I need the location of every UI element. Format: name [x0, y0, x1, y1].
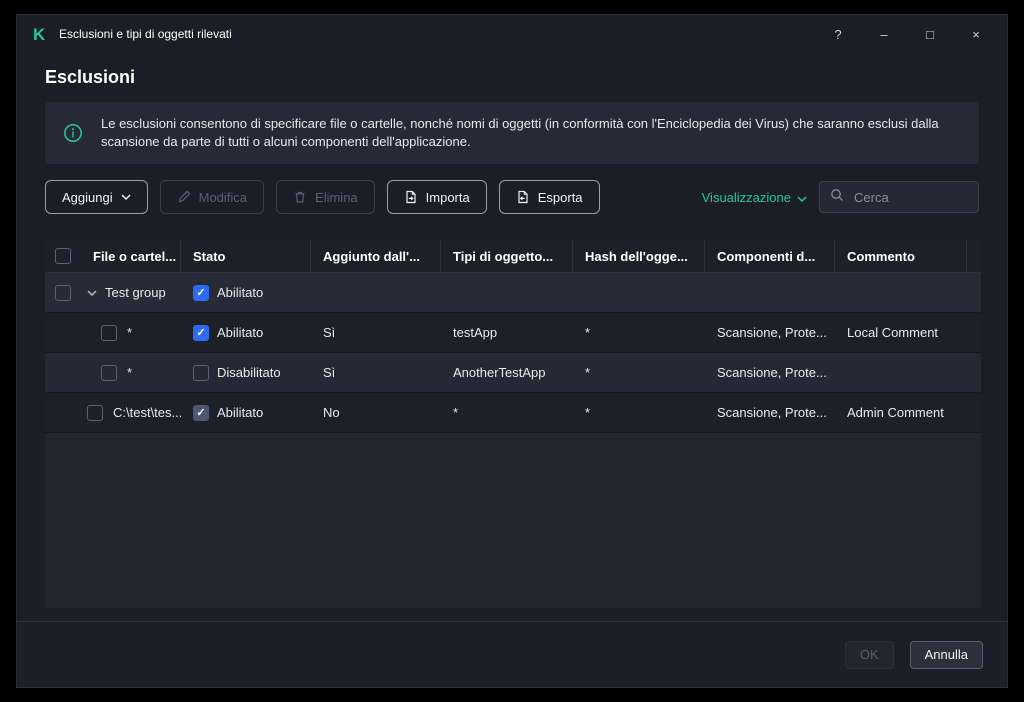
components-cell: Scansione, Prote... [717, 365, 827, 380]
add-button-label: Aggiungi [62, 189, 113, 205]
table-header-row: File o cartel... Stato Aggiunto dall'...… [45, 240, 981, 273]
trash-icon [293, 190, 307, 204]
added-by-cell: No [323, 405, 340, 420]
dialog-window: K Esclusioni e tipi di oggetti rilevati … [16, 14, 1008, 688]
import-button[interactable]: Importa [386, 180, 487, 214]
maximize-button[interactable]: □ [907, 15, 953, 53]
components-cell: Scansione, Prote... [717, 325, 827, 340]
status-checkbox[interactable] [193, 284, 209, 301]
pencil-icon [177, 190, 191, 204]
chevron-down-icon [121, 194, 131, 200]
added-by-cell: Sì [323, 365, 336, 380]
page-title: Esclusioni [45, 67, 136, 87]
file-cell: * [127, 325, 133, 340]
added-by-cell: Sì [323, 325, 336, 340]
status-label: Abilitato [217, 325, 264, 340]
view-dropdown-label: Visualizzazione [701, 189, 791, 205]
window-controls: ? – □ × [815, 15, 999, 53]
object-types-cell: testApp [453, 325, 498, 340]
ok-button[interactable]: OK [844, 640, 894, 669]
info-icon [45, 123, 101, 143]
import-icon [404, 190, 418, 204]
row-select-checkbox[interactable] [101, 364, 117, 381]
exclusions-table: File o cartel... Stato Aggiunto dall'...… [45, 240, 981, 608]
table-empty-area [45, 433, 981, 608]
delete-button-label: Elimina [315, 189, 358, 205]
chevron-down-icon [797, 190, 807, 205]
status-label: Abilitato [217, 405, 264, 420]
info-banner: Le esclusioni consentono di specificare … [45, 102, 979, 164]
row-select-checkbox[interactable] [101, 324, 117, 341]
file-cell: * [127, 365, 133, 380]
column-header-file[interactable]: File o cartel... [81, 240, 181, 272]
table-row[interactable]: C:\test\tes... Abilitato No * * Scansion… [45, 393, 981, 433]
add-button[interactable]: Aggiungi [45, 180, 148, 214]
column-header-components[interactable]: Componenti d... [705, 240, 835, 272]
status-checkbox[interactable] [193, 324, 209, 341]
minimize-button[interactable]: – [861, 15, 907, 53]
dialog-footer: OK Annulla [17, 621, 1007, 687]
row-select-checkbox[interactable] [55, 284, 71, 301]
select-all-checkbox[interactable] [55, 248, 71, 264]
import-button-label: Importa [425, 189, 470, 205]
object-types-cell: * [453, 405, 459, 420]
table-row[interactable]: * Disabilitato Sì AnotherTestApp * Scans… [45, 353, 981, 393]
edit-button-label: Modifica [198, 189, 248, 205]
export-button[interactable]: Esporta [498, 180, 600, 214]
row-select-checkbox[interactable] [87, 404, 103, 421]
collapse-chevron-icon[interactable] [87, 289, 97, 296]
hash-cell: * [585, 405, 591, 420]
comment-cell: Admin Comment [847, 405, 944, 420]
column-header-comment[interactable]: Commento [835, 240, 967, 272]
hash-cell: * [585, 325, 591, 340]
status-checkbox[interactable] [193, 364, 209, 381]
object-types-cell: AnotherTestApp [453, 365, 546, 380]
title-bar: K Esclusioni e tipi di oggetti rilevati … [17, 15, 1007, 53]
search-box [819, 181, 979, 213]
help-button[interactable]: ? [815, 15, 861, 53]
banner-text: Le esclusioni consentono di specificare … [101, 116, 939, 149]
kaspersky-logo-icon: K [33, 24, 46, 44]
table-row[interactable]: * Abilitato Sì testApp * Scansione, Prot… [45, 313, 981, 353]
search-icon [830, 188, 844, 207]
table-row-group[interactable]: Test group Abilitato [45, 273, 981, 313]
hash-cell: * [585, 365, 591, 380]
cancel-button[interactable]: Annulla [909, 640, 983, 669]
edit-button[interactable]: Modifica [159, 180, 265, 214]
toolbar: Aggiungi Modifica Elimina Importa Esport… [45, 180, 979, 214]
export-icon [516, 190, 530, 204]
view-dropdown[interactable]: Visualizzazione [702, 190, 807, 205]
status-checkbox[interactable] [193, 404, 209, 421]
status-label: Abilitato [217, 285, 264, 300]
close-button[interactable]: × [953, 15, 999, 53]
column-header-hash[interactable]: Hash dell'ogge... [573, 240, 705, 272]
file-cell: C:\test\tes... [113, 405, 181, 420]
column-header-added-by[interactable]: Aggiunto dall'... [311, 240, 441, 272]
status-label: Disabilitato [217, 365, 281, 380]
window-title: Esclusioni e tipi di oggetti rilevati [59, 27, 232, 41]
group-name: Test group [105, 285, 166, 300]
components-cell: Scansione, Prote... [717, 405, 827, 420]
export-button-label: Esporta [537, 189, 583, 205]
comment-cell: Local Comment [847, 325, 939, 340]
column-header-object-types[interactable]: Tipi di oggetto... [441, 240, 573, 272]
search-input[interactable] [852, 188, 968, 206]
column-header-status[interactable]: Stato [181, 240, 311, 272]
delete-button[interactable]: Elimina [276, 180, 375, 214]
